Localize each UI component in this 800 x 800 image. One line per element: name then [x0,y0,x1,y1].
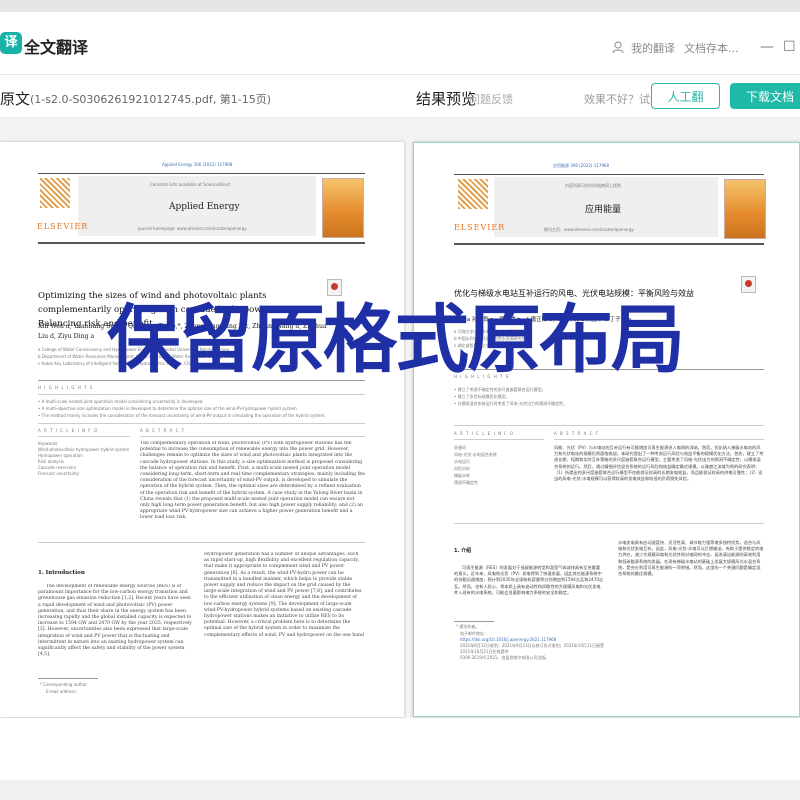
translated-journal-name: 应用能量 [585,205,622,215]
translated-keywords-heading: 关键词 [454,445,466,450]
article-info-heading: A R T I C L E I N F O [38,428,99,433]
abstract-text: The complementary operation of wind, pho… [140,441,365,521]
highlights-heading: H I G H L I G H T S [38,385,94,390]
journal-homepage: journal homepage: www.elsevier.com/locat… [138,226,247,231]
journal-cover-image [322,178,364,238]
keywords-heading: Keywords [38,441,58,446]
app-title: 全文翻译 [24,38,89,57]
translated-doi[interactable]: https://doi.org/10.1016/j.apenergy.2021.… [460,637,556,642]
translated-keyword-3: 风险分析 [454,466,470,471]
translated-article-info-heading: A R T I C L E I N F O [454,431,515,436]
translated-intro-column-1: 可再生能源（RES）的发展对于低碳能源转型和温室气体减排具有至关重要的意义。近年… [454,565,604,595]
minimize-icon[interactable]: — [760,39,774,55]
intro-column-1: The development of renewable energy sour… [38,584,192,658]
translated-keyword-4: 梯级水库 [454,473,470,478]
keyword-2: Hydropower operation [38,453,83,458]
translated-journal-ref: 应用能源 306 (2022) 117968 [553,163,610,168]
corresponding-author-note: * Corresponding author. [40,682,88,687]
translated-corresponding-note: * 通讯作者。 [456,624,480,629]
keyword-5: Forecast uncertainty [38,471,80,476]
download-document-button[interactable]: 下载文档 [730,83,800,109]
manual-translation-button[interactable]: 人工翻 [651,83,720,109]
original-page[interactable]: Applied Energy 306 (2022) 117968 Content… [0,142,404,717]
toolbar: 原文 (1-s2.0-S0306261921012745.pdf, 第1-15页… [0,75,800,118]
translated-keyword-2: 水电运行 [454,459,470,464]
original-pane-label: 原文 [0,90,31,108]
translated-journal-cover-image [724,179,766,239]
translated-page[interactable]: 应用能源 306 (2022) 117968 内容列表可在科学指南网上找到 应用… [413,142,800,717]
app-logo-icon: 译 [0,32,22,54]
download-document-label: 下载文档 [745,89,794,104]
translated-keyword-5: 预测不确定性 [454,480,478,485]
try-suggestion-text: 效果不好？试试 [584,93,661,106]
user-icon[interactable] [611,40,625,54]
translated-check-updates-icon[interactable] [741,276,756,293]
email-note: E-mail address: [46,689,77,694]
maximize-icon[interactable]: ☐ [783,39,796,55]
translated-highlight-2: • 建立了多目标规模优化模型。 [454,394,510,399]
issue-feedback-link[interactable]: 问题反馈 [469,91,513,107]
translated-issn: 0306-2619/©2021。由爱思唯尔有限公司出版。 [460,655,550,660]
translated-keyword-1: 风电-光伏-水电混合系统 [454,452,497,457]
manual-translation-label: 人工翻 [667,89,704,104]
original-file-info: (1-s2.0-S0306261921012745.pdf, 第1-15页) [30,93,271,106]
introduction-heading: 1. Introduction [38,570,85,576]
highlight-2: • A multi-objective size optimization mo… [38,406,298,411]
highlight-1: • A multi-scale nested joint operation m… [38,399,204,404]
my-translations-link[interactable]: 我的翻译 [631,40,675,56]
translated-highlight-3: • 在模拟混合系统运行时考虑了风电-光伏出力的预测不确定性。 [454,401,568,406]
keyword-4: Cascade reservoirs [38,465,77,470]
translated-abstract-heading: A B S T R A C T [554,431,600,436]
translated-elsevier-tree-logo [458,179,488,209]
elsevier-tree-logo [40,178,70,208]
translated-publisher-name: ELSEVIER [454,223,506,232]
translated-journal-homepage: 期刊主页：www.elsevier.com/locate/apenergy [544,227,634,232]
journal-ref: Applied Energy 306 (2022) 117968 [162,162,233,167]
translated-highlight-1: • 建立了考虑不确定性的多尺度嵌套联合运行模型。 [454,387,546,392]
app-header: 译 全文翻译 我的翻译 文档存本... — ☐ [0,12,800,75]
translated-introduction-heading: 1. 介绍 [454,548,472,554]
translated-abstract-text: 风能、光伏（PV）与水电站的互补运行有可能增加可再生能源进入电网的消纳。然而，优… [554,445,764,482]
abstract-heading: A B S T R A C T [140,428,186,433]
window-top-strip [0,0,800,12]
highlight-3: • The method mainly includes the conside… [38,413,326,418]
result-preview-label: 结果预览 [416,90,477,108]
keyword-3: Risk analysis [38,459,64,464]
doc-storage-link[interactable]: 文档存本... [684,40,739,56]
promo-overlay-text: 保留原格式原布局 [107,297,685,383]
check-updates-icon[interactable] [327,279,342,296]
keyword-1: Wind-photovoltaic-hydropower hybrid syst… [38,447,130,452]
bottom-strip [0,780,800,800]
translated-intro-column-2: 水电发电具有启动速度快、灵活性高、调节能力强等诸多独特优势，适合与风电和光伏发电… [618,540,764,577]
translated-contents-line: 内容列表可在科学指南网上找到 [565,183,621,188]
document-workspace: Applied Energy 306 (2022) 117968 Content… [0,118,800,718]
publisher-name: ELSEVIER [37,222,89,231]
journal-name: Applied Energy [169,202,240,212]
intro-column-2: Hydropower generation has a number of un… [204,552,364,638]
contents-line: Contents lists available at ScienceDirec… [150,182,231,187]
